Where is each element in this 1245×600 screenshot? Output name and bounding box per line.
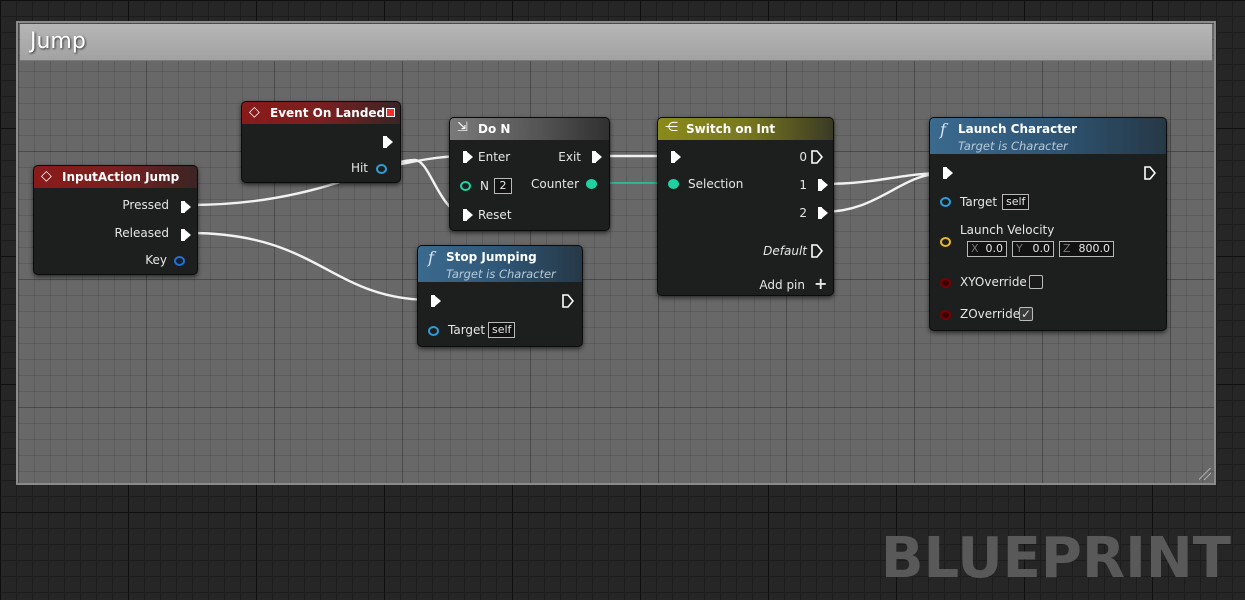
velocity-x-value: 0.0 (985, 242, 1004, 255)
pin-launch-velocity[interactable] (940, 237, 951, 247)
pin-label-reset: Reset (478, 208, 512, 222)
pin-label-exit: Exit (558, 150, 581, 164)
add-pin-plus-icon[interactable]: + (814, 274, 827, 293)
node-title: InputAction Jump (62, 170, 180, 184)
pin-hit[interactable] (376, 164, 387, 174)
pin-label-zoverride: ZOverride (960, 307, 1021, 321)
node-header[interactable]: ⇲ Do N (450, 118, 609, 140)
velocity-z-field[interactable]: Z 800.0 (1059, 241, 1114, 257)
node-title: Launch Character (958, 122, 1078, 136)
pin-label-target: Target (448, 323, 486, 337)
pin-label-key: Key (145, 253, 167, 267)
node-inputaction-jump[interactable]: ◇ InputAction Jump Pressed Released Key (33, 165, 198, 275)
zoverride-checkbox[interactable]: ✓ (1019, 307, 1033, 321)
node-title: Do N (478, 122, 511, 136)
diamond-icon: ◇ (249, 104, 260, 120)
diamond-icon: ◇ (41, 168, 52, 184)
pin-label-hit: Hit (350, 161, 368, 175)
check-icon: ✓ (1020, 307, 1032, 321)
add-pin-label: Add pin (759, 278, 805, 292)
pin-label-default: Default (763, 244, 807, 258)
pin-counter[interactable] (586, 179, 597, 189)
pin-label-n: N (480, 179, 489, 193)
event-delegate-icon[interactable] (386, 108, 395, 117)
node-subtitle: Target is Character (958, 139, 1068, 153)
node-do-n[interactable]: ⇲ Do N Enter Exit N 2 Counter Reset (449, 117, 610, 231)
blueprint-watermark: BLUEPRINT (880, 526, 1231, 591)
pin-label-out1: 1 (799, 178, 807, 192)
node-stop-jumping[interactable]: f Stop Jumping Target is Character Targe… (417, 245, 583, 347)
velocity-y-axis-label: Y (1016, 242, 1023, 255)
pin-label-out2: 2 (799, 206, 807, 220)
pin-selection[interactable] (668, 179, 679, 189)
n-value-field[interactable]: 2 (494, 178, 512, 194)
pin-target[interactable] (940, 197, 951, 207)
pin-label-released: Released (114, 226, 169, 240)
velocity-y-field[interactable]: Y 0.0 (1012, 241, 1054, 257)
pin-label-out0: 0 (799, 150, 807, 164)
pin-key[interactable] (174, 256, 185, 266)
pin-label-launch-velocity: Launch Velocity (960, 223, 1055, 237)
do-n-icon: ⇲ (457, 120, 468, 135)
node-title: Event On Landed (270, 106, 386, 120)
target-value-field[interactable]: self (488, 322, 516, 338)
pin-label-enter: Enter (478, 150, 511, 164)
node-header[interactable]: ◇ Event On Landed (242, 102, 400, 124)
velocity-z-axis-label: Z (1063, 242, 1071, 255)
node-header[interactable]: f Stop Jumping Target is Character (418, 246, 582, 282)
velocity-y-value: 0.0 (1032, 242, 1051, 255)
node-title: Stop Jumping (446, 250, 537, 264)
pin-label-xyoverride: XYOverride (960, 275, 1027, 289)
pin-xyoverride[interactable] (940, 278, 951, 288)
node-event-on-landed[interactable]: ◇ Event On Landed Hit (241, 101, 401, 183)
node-header[interactable]: f Launch Character Target is Character (930, 118, 1166, 154)
velocity-x-axis-label: X (971, 242, 979, 255)
velocity-x-field[interactable]: X 0.0 (967, 241, 1007, 257)
function-icon: f (940, 120, 946, 139)
xyoverride-checkbox[interactable] (1029, 275, 1043, 289)
pin-label-pressed: Pressed (122, 198, 169, 212)
velocity-z-value: 800.0 (1078, 242, 1111, 255)
node-title: Switch on Int (686, 122, 776, 136)
node-header[interactable]: ⋲ Switch on Int (658, 118, 833, 140)
wire-released-to-stop (189, 231, 433, 302)
switch-icon: ⋲ (665, 120, 678, 135)
function-icon: f (428, 248, 434, 267)
node-subtitle: Target is Character (446, 267, 556, 281)
pin-label-target: Target (960, 195, 998, 209)
pin-label-selection: Selection (688, 177, 744, 191)
pin-zoverride[interactable] (940, 310, 951, 320)
node-switch-on-int[interactable]: ⋲ Switch on Int 0 Selection 1 2 Default … (657, 117, 834, 296)
pin-label-counter: Counter (531, 177, 579, 191)
node-header[interactable]: ◇ InputAction Jump (34, 166, 197, 188)
pin-n[interactable] (460, 181, 471, 191)
target-value-field[interactable]: self (1002, 194, 1030, 210)
node-launch-character[interactable]: f Launch Character Target is Character T… (929, 117, 1167, 331)
pin-target[interactable] (428, 326, 439, 336)
